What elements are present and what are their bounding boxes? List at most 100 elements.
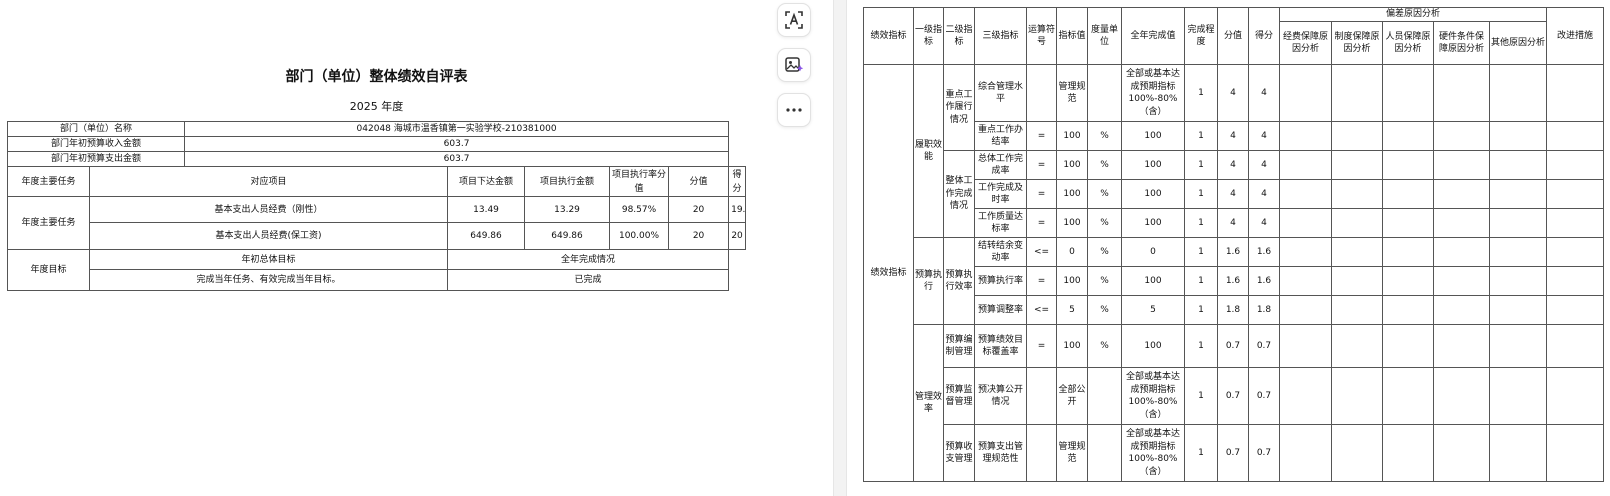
dev-funding-cell xyxy=(1279,64,1332,122)
hdr-perf: 绩效指标 xyxy=(863,7,914,65)
perf-label: 绩效指标 xyxy=(863,64,914,482)
done-cell: 100 xyxy=(1121,266,1185,296)
hdr-degree: 完成程度 xyxy=(1184,7,1218,65)
table-row: 预算监督管理 预决算公开情况 全部公开 全部或基本达成预期指标 100%-80%（含）… xyxy=(864,367,1605,425)
dev-hardware-cell xyxy=(1433,237,1490,267)
score-cell: 0.7 xyxy=(1248,424,1280,482)
done-cell: 全部或基本达成预期指标 100%-80%（含） xyxy=(1121,424,1185,482)
score-value-cell: 1.8 xyxy=(1217,295,1249,325)
score-cell: 4 xyxy=(1248,179,1280,209)
level3-cell: 预算绩效目标覆盖率 xyxy=(974,324,1027,368)
score-cell: 4 xyxy=(1248,150,1280,180)
task-score: 20 xyxy=(728,222,746,250)
dev-system-cell xyxy=(1331,121,1383,151)
dev-hardware-cell xyxy=(1433,150,1490,180)
page-divider xyxy=(833,0,847,496)
score-value-cell: 0.7 xyxy=(1217,424,1249,482)
hdr-dev-hardware: 硬件条件保障原因分析 xyxy=(1433,21,1490,65)
target-cell: 全部公开 xyxy=(1056,367,1088,425)
level1-cell: 履职效能 xyxy=(913,64,944,238)
unit-cell xyxy=(1087,424,1122,482)
dev-hardware-cell xyxy=(1433,295,1490,325)
done-cell: 100 xyxy=(1121,179,1185,209)
budget-income-label: 部门年初预算收入金额 xyxy=(6,136,186,152)
table-row: 绩效指标 履职效能 重点工作履行情况 综合管理水平 管理规范 全部或基本达成预期指标 10… xyxy=(863,64,1605,482)
goal-header-completion: 全年完成情况 xyxy=(447,249,730,270)
goal-header-initial: 年初总体目标 xyxy=(88,249,449,270)
dev-funding-cell xyxy=(1279,208,1332,238)
dev-staff-cell xyxy=(1382,237,1434,267)
task-item: 基本支出人员经费（刚性） xyxy=(88,196,449,223)
hdr-level3: 三级指标 xyxy=(974,7,1027,65)
dev-other-cell xyxy=(1488,367,1548,425)
level3-cell: 总体工作完成率 xyxy=(974,150,1027,180)
degree-cell: 1 xyxy=(1184,424,1218,482)
more-button[interactable] xyxy=(777,93,811,127)
operator-cell: = xyxy=(1026,121,1057,151)
text-recognition-button[interactable] xyxy=(777,3,811,37)
score-value-cell: 4 xyxy=(1217,179,1249,209)
dev-system-cell xyxy=(1331,150,1383,180)
target-cell: 100 xyxy=(1056,324,1088,368)
score-cell: 4 xyxy=(1248,121,1280,151)
hdr-done: 全年完成值 xyxy=(1121,7,1185,65)
dev-staff-cell xyxy=(1382,179,1434,209)
goal-label: 年度目标 xyxy=(7,249,90,291)
table-row: 预算调整率 <= 5% 5 1 1.8 1.8 xyxy=(864,295,1605,325)
level1-cell: 管理效率 xyxy=(913,324,944,482)
unit-cell: % xyxy=(1087,121,1122,151)
score-value-cell: 4 xyxy=(1217,121,1249,151)
dev-funding-cell xyxy=(1279,150,1332,180)
level3-cell: 结转结余变动率 xyxy=(974,237,1027,267)
task-issued: 13.49 xyxy=(447,196,526,223)
task-issued: 649.86 xyxy=(447,222,526,250)
left-document-page: 部门（单位）整体绩效自评表 2025 年度 部门（单位）名称 042048 海城… xyxy=(0,0,833,496)
score-value-cell: 4 xyxy=(1217,150,1249,180)
degree-cell: 1 xyxy=(1184,266,1218,296)
target-cell: 100 xyxy=(1056,121,1088,151)
hdr-score: 得分 xyxy=(1248,7,1280,65)
score-cell: 4 xyxy=(1248,64,1280,122)
task-score-value: 20 xyxy=(668,222,730,250)
done-cell: 全部或基本达成预期指标 100%-80%（含） xyxy=(1121,367,1185,425)
table-row: 基本支出人员经费(保工资) 649.86 649.86 100.00% 20 2… xyxy=(8,222,746,250)
level1-cell: 预算执行 xyxy=(913,237,944,325)
level3-cell: 预算调整率 xyxy=(974,295,1027,325)
operator-cell: = xyxy=(1026,266,1057,296)
improve-cell xyxy=(1546,179,1605,209)
more-icon xyxy=(786,108,802,112)
task-rate: 98.57% xyxy=(609,196,670,223)
col-header-executed: 项目执行金额 xyxy=(524,166,611,197)
table-row: 预算执行率 = 100% 100 1 1.6 1.6 xyxy=(864,266,1605,296)
done-cell: 100 xyxy=(1121,208,1185,238)
target-cell: 0 xyxy=(1056,237,1088,267)
unit-name-label: 部门（单位）名称 xyxy=(6,121,186,137)
task-score: 19.71 xyxy=(728,196,746,223)
table-row: 预算收支管理 预算支出管理规范性 管理规范 全部或基本达成预期指标 100%-80%（… xyxy=(864,424,1605,482)
dev-funding-cell xyxy=(1279,367,1332,425)
col-header-score-value: 分值 xyxy=(668,166,730,197)
score-value-cell: 4 xyxy=(1217,208,1249,238)
dev-system-cell xyxy=(1331,295,1383,325)
level2-cell: 整体工作完成情况 xyxy=(943,150,975,238)
task-group-label: 年度主要任务 xyxy=(7,196,90,250)
dev-other-cell xyxy=(1488,266,1548,296)
target-cell: 100 xyxy=(1056,179,1088,209)
unit-cell: % xyxy=(1087,295,1122,325)
unit-cell: % xyxy=(1087,324,1122,368)
dev-staff-cell xyxy=(1382,324,1434,368)
col-header-score: 得分 xyxy=(728,166,746,197)
level2-cell: 预算编制管理 xyxy=(943,324,975,368)
dev-hardware-cell xyxy=(1433,208,1490,238)
dev-staff-cell xyxy=(1382,367,1434,425)
degree-cell: 1 xyxy=(1184,324,1218,368)
target-cell: 管理规范 xyxy=(1056,64,1088,122)
budget-income-value: 603.7 xyxy=(184,136,730,152)
image-ai-button[interactable] xyxy=(777,48,811,82)
performance-indicator-table: 绩效指标 一级指标 二级指标 三级指标 运算符号 指标值 度量单位 全年完成值 … xyxy=(863,7,1605,482)
hdr-level2: 二级指标 xyxy=(943,7,975,65)
improve-cell xyxy=(1546,295,1605,325)
score-value-cell: 4 xyxy=(1217,64,1249,122)
table-row: 工作质量达标率 = 100% 100 1 4 4 xyxy=(864,208,1605,238)
unit-cell: % xyxy=(1087,150,1122,180)
